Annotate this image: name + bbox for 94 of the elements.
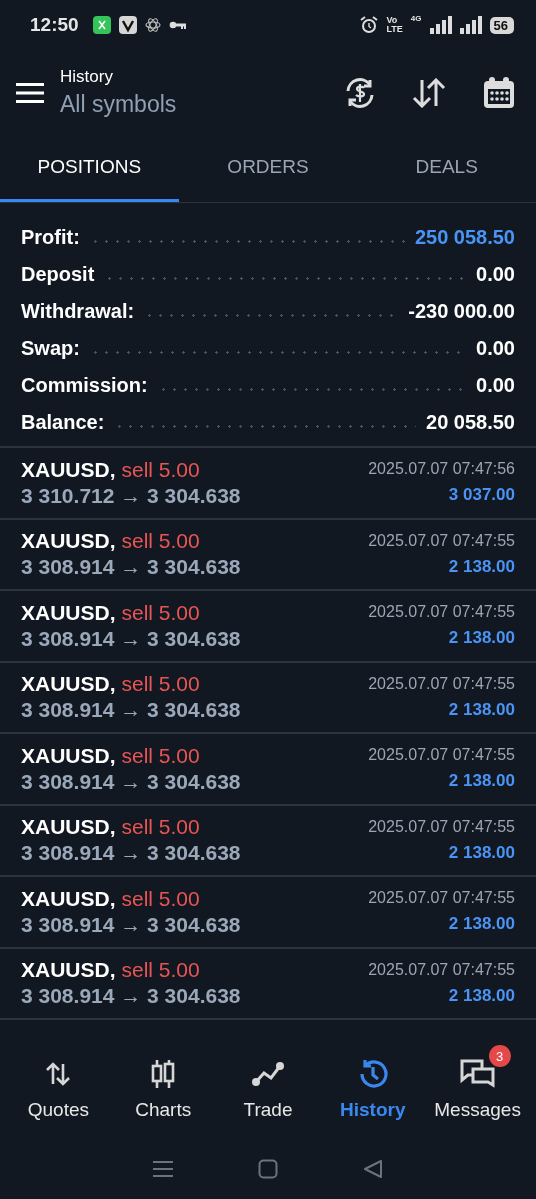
deal-time: 2025.07.07 07:47:55: [368, 674, 515, 693]
summary-label: Commission:: [21, 374, 148, 397]
deal-time: 2025.07.07 07:47:55: [368, 603, 515, 622]
volte-label: Vo: [386, 16, 399, 25]
symbol-name: XAUUSD,: [21, 886, 116, 911]
symbol-name: XAUUSD,: [21, 815, 116, 840]
candlestick-icon[interactable]: [150, 1059, 177, 1089]
nav-tab[interactable]: History: [320, 1039, 426, 1139]
price-range: 3 310.712 → 3 304.638: [21, 483, 241, 508]
deal-row[interactable]: XAUUSD, sell 5.00 3 308.914 → 3 304.638 2025.07.07 07:47:55 2 138.00: [0, 877, 536, 949]
summary-value: -230 000.00: [408, 300, 515, 323]
deal-profit: 2 138.00: [448, 699, 515, 720]
symbol-filter[interactable]: All symbols: [60, 91, 308, 118]
atom-icon: [144, 17, 161, 33]
trade-side-volume: sell 5.00: [121, 600, 200, 625]
clock-time: 12:50: [30, 14, 79, 36]
symbol-name: XAUUSD,: [21, 743, 116, 768]
trade-side-volume: sell 5.00: [121, 457, 200, 482]
deal-time: 2025.07.07 07:47:56: [368, 460, 515, 479]
app-notification-icon: [118, 16, 137, 34]
battery-level: 56: [489, 16, 514, 34]
deal-profit: 2 138.00: [448, 842, 515, 863]
price-range: 3 308.914 → 3 304.638: [21, 555, 241, 580]
nav-tab[interactable]: Quotes: [6, 1039, 111, 1139]
deal-time: 2025.07.07 07:47:55: [368, 960, 515, 979]
summary-value: 20 058.50: [426, 411, 515, 434]
deal-time: 2025.07.07 07:47:55: [368, 746, 515, 765]
symbol-name: XAUUSD,: [21, 958, 116, 983]
price-range: 3 308.914 → 3 304.638: [21, 984, 241, 1009]
symbol-name: XAUUSD,: [21, 529, 116, 554]
home-icon[interactable]: [258, 1159, 278, 1179]
sort-arrows-icon[interactable]: [412, 77, 446, 108]
deal-row[interactable]: XAUUSD, sell 5.00 3 308.914 → 3 304.638 2025.07.07 07:47:55 2 138.00: [0, 734, 536, 806]
nav-tab[interactable]: Trade: [215, 1039, 321, 1139]
key-icon: [168, 20, 187, 30]
tab[interactable]: POSITIONS: [0, 135, 179, 202]
price-range: 3 308.914 → 3 304.638: [21, 912, 241, 937]
alarm-clock-icon: [358, 15, 379, 35]
summary-value: 0.00: [476, 374, 515, 397]
deal-time: 2025.07.07 07:47:55: [368, 531, 515, 550]
nav-tab[interactable]: Charts: [110, 1039, 216, 1139]
summary-label: Balance:: [21, 411, 105, 434]
currency-exchange-icon[interactable]: [344, 76, 376, 109]
deal-profit: 2 138.00: [448, 985, 515, 1006]
deal-row[interactable]: XAUUSD, sell 5.00 3 310.712 → 3 304.638 2025.07.07 07:47:56 3 037.00: [0, 448, 536, 520]
summary-label: Deposit: [21, 263, 95, 286]
volte-label: LTE: [386, 25, 403, 34]
chat-bubbles-icon[interactable]: [458, 1057, 497, 1091]
price-range: 3 308.914 → 3 304.638: [21, 698, 241, 723]
trade-side-volume: sell 5.00: [121, 886, 200, 911]
screen-title: History: [60, 67, 114, 87]
deal-profit: 3 037.00: [448, 485, 515, 506]
deal-row[interactable]: XAUUSD, sell 5.00 3 308.914 → 3 304.638 2025.07.07 07:47:55 2 138.00: [0, 519, 536, 591]
network-type-label: 4G: [410, 14, 422, 23]
deal-profit: 2 138.00: [448, 556, 515, 577]
deal-time: 2025.07.07 07:47:55: [368, 817, 515, 836]
signal-icon: [429, 16, 452, 34]
summary-label: Profit:: [21, 226, 80, 249]
deal-row[interactable]: XAUUSD, sell 5.00 3 308.914 → 3 304.638 2025.07.07 07:47:55 2 138.00: [0, 948, 536, 1020]
summary-label: Withdrawal:: [21, 300, 135, 323]
symbol-name: XAUUSD,: [21, 600, 116, 625]
recent-apps-icon[interactable]: [152, 1160, 173, 1178]
deal-profit: 2 138.00: [448, 628, 515, 649]
trade-side-volume: sell 5.00: [121, 958, 200, 983]
signal-icon: [459, 16, 482, 34]
unread-badge: 3: [488, 1045, 511, 1067]
summary-value: 250 058.50: [414, 226, 515, 249]
app-notification-icon: [92, 16, 111, 34]
up-down-arrows-icon[interactable]: [45, 1061, 72, 1087]
menu-icon[interactable]: [16, 81, 44, 104]
price-range: 3 308.914 → 3 304.638: [21, 626, 241, 651]
symbol-name: XAUUSD,: [21, 672, 116, 697]
price-range: 3 308.914 → 3 304.638: [21, 841, 241, 866]
nav-tab[interactable]: 3 Messages: [425, 1039, 530, 1139]
deal-row[interactable]: XAUUSD, sell 5.00 3 308.914 → 3 304.638 2025.07.07 07:47:55 2 138.00: [0, 662, 536, 734]
trade-side-volume: sell 5.00: [121, 815, 200, 840]
trade-side-volume: sell 5.00: [121, 672, 200, 697]
price-range: 3 308.914 → 3 304.638: [21, 769, 241, 794]
trade-side-volume: sell 5.00: [121, 743, 200, 768]
line-chart-icon[interactable]: [252, 1061, 284, 1087]
deal-row[interactable]: XAUUSD, sell 5.00 3 308.914 → 3 304.638 2025.07.07 07:47:55 2 138.00: [0, 805, 536, 877]
calendar-icon[interactable]: [482, 75, 516, 110]
summary-label: Swap:: [21, 337, 80, 360]
summary-value: 0.00: [476, 263, 515, 286]
symbol-name: XAUUSD,: [21, 457, 116, 482]
tab[interactable]: DEALS: [357, 135, 536, 202]
deal-profit: 2 138.00: [448, 914, 515, 935]
deal-row[interactable]: XAUUSD, sell 5.00 3 308.914 → 3 304.638 2025.07.07 07:47:55 2 138.00: [0, 591, 536, 663]
deal-time: 2025.07.07 07:47:55: [368, 889, 515, 908]
back-icon[interactable]: [363, 1159, 384, 1179]
deal-profit: 2 138.00: [448, 771, 515, 792]
tab[interactable]: ORDERS: [178, 135, 358, 202]
trade-side-volume: sell 5.00: [121, 529, 200, 554]
summary-value: 0.00: [476, 337, 515, 360]
